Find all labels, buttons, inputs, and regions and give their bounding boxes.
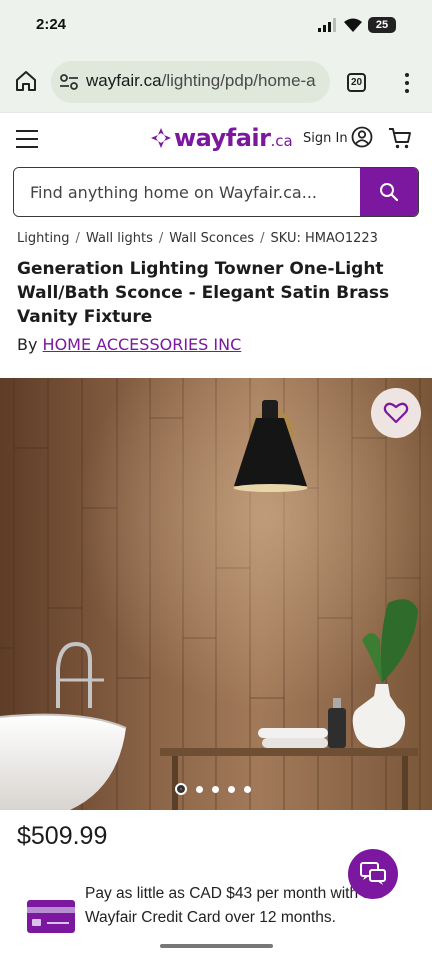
user-icon[interactable] [351, 126, 373, 148]
product-photo [0, 378, 432, 810]
site-settings-icon[interactable] [59, 73, 79, 91]
carousel-dot-1[interactable] [175, 783, 187, 795]
tabs-icon[interactable]: 20 [347, 73, 366, 92]
url-text: wayfair.ca/lighting/pdp/home-a [86, 71, 316, 91]
wifi-icon [344, 18, 362, 32]
carousel-dot-2[interactable] [196, 785, 203, 793]
search-bar [13, 167, 419, 217]
breadcrumb-item-lighting[interactable]: Lighting [17, 231, 70, 246]
product-image[interactable] [0, 378, 432, 810]
breadcrumb-separator: / [158, 231, 164, 246]
product-byline: By HOME ACCESSORIES INC [17, 335, 241, 354]
breadcrumb: Lighting / Wall lights / Wall Sconces / SKU: H… [17, 231, 378, 246]
more-vert-icon[interactable] [400, 71, 414, 95]
home-icon[interactable] [14, 69, 38, 93]
search-button[interactable] [360, 168, 418, 216]
logo-word: wayfair [174, 124, 271, 152]
search-icon [380, 183, 399, 202]
wayfair-logo[interactable]: wayfair .ca [150, 123, 293, 153]
url-bar[interactable]: wayfair.ca/lighting/pdp/home-a [51, 61, 330, 103]
signal-icon [318, 18, 336, 32]
logo-tld: .ca [270, 132, 293, 150]
image-carousel-dots [175, 783, 251, 795]
product-title: Generation Lighting Towner One-Light Wal… [17, 259, 390, 327]
wayfair-logo-mark-icon [151, 128, 171, 148]
breadcrumb-sku: SKU: HMAO1223 [270, 231, 378, 246]
favorite-button[interactable] [371, 388, 421, 438]
credit-card-icon [27, 900, 75, 933]
sign-in-link[interactable]: Sign In [303, 131, 348, 146]
url-host: wayfair.ca [86, 71, 162, 90]
carousel-dot-4[interactable] [228, 785, 235, 793]
breadcrumb-item-wall-lights[interactable]: Wall lights [86, 231, 153, 246]
heart-icon [383, 402, 409, 424]
hamburger-icon[interactable] [16, 130, 38, 148]
breadcrumb-separator: / [75, 231, 80, 246]
breadcrumb-item-wall-sconces[interactable]: Wall Sconces [169, 231, 254, 246]
cart-icon[interactable] [388, 126, 412, 150]
search-input[interactable] [14, 168, 360, 216]
carousel-dot-5[interactable] [244, 785, 251, 793]
url-path: /lighting/pdp/home-a [161, 71, 316, 90]
home-indicator[interactable] [160, 944, 273, 948]
product-price: $509.99 [17, 822, 108, 850]
breadcrumb-separator: / [260, 231, 265, 246]
browser-toolbar: wayfair.ca/lighting/pdp/home-a 20 [0, 52, 432, 112]
status-time: 2:24 [36, 16, 67, 33]
brand-link[interactable]: HOME ACCESSORIES INC [43, 335, 242, 354]
site-header: wayfair .ca Sign In [0, 112, 432, 164]
chat-button[interactable] [348, 849, 398, 899]
chat-icon [360, 862, 386, 885]
battery-icon: 25 [368, 17, 396, 33]
status-icons: 25 [318, 17, 396, 33]
carousel-dot-3[interactable] [212, 785, 219, 793]
by-label: By [17, 335, 38, 354]
status-bar: 2:24 25 [0, 0, 432, 52]
